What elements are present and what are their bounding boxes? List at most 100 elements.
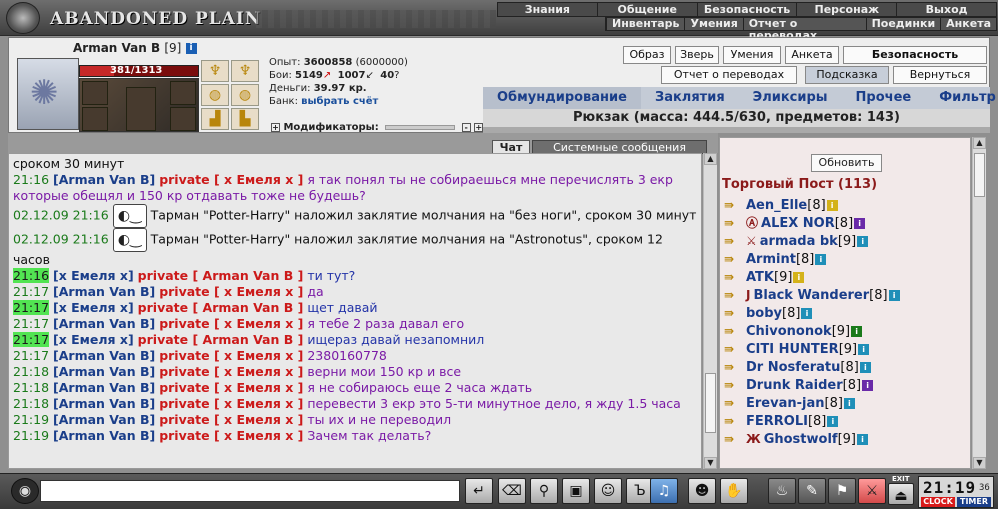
gear-slot-shield[interactable]: [170, 107, 196, 131]
timer-mode-button[interactable]: TIMER: [957, 497, 991, 507]
topnav-skills[interactable]: Умения: [684, 18, 742, 30]
private-arrow-icon[interactable]: ⇛: [724, 268, 746, 286]
tab-equipment[interactable]: Обмундирование: [483, 87, 641, 109]
topnav-fights[interactable]: Поединки: [865, 18, 941, 30]
chat-time[interactable]: 21:17: [13, 332, 50, 347]
tab-chat[interactable]: Чат: [492, 140, 530, 154]
chat-time[interactable]: 21:17: [13, 316, 49, 331]
private-arrow-icon[interactable]: ⇛: [724, 250, 746, 268]
map-button[interactable]: ⚑: [828, 478, 856, 504]
user-list-item[interactable]: ⇛ Armint[8] i: [724, 250, 970, 268]
user-list-item[interactable]: ⇛ Chivononok[9] i: [724, 322, 970, 340]
ring-icon[interactable]: ◍: [201, 84, 229, 106]
battle-button[interactable]: ⚔: [858, 478, 886, 504]
chat-private-target[interactable]: private [ x Емеля x ]: [159, 172, 303, 187]
tab-spells[interactable]: Заклятия: [641, 87, 739, 109]
expand-plus-icon[interactable]: +: [474, 123, 484, 132]
user-info-icon[interactable]: i: [851, 326, 863, 337]
expand-plus-icon[interactable]: +: [271, 123, 280, 132]
user-name[interactable]: CITI HUNTER: [746, 342, 839, 357]
user-list-item[interactable]: ⇛ CITI HUNTER[9] i: [724, 340, 970, 358]
tab-filter[interactable]: Фильтр: [925, 87, 998, 109]
security-button[interactable]: Безопасность: [843, 46, 987, 64]
chat-sender[interactable]: [Arman Van B]: [53, 316, 155, 331]
chat-scrollbar[interactable]: ▲ ▼: [703, 153, 717, 469]
chat-scroll-thumb[interactable]: [705, 373, 716, 433]
collapse-minus-icon[interactable]: -: [461, 123, 471, 132]
sound-button[interactable]: ♫: [650, 478, 678, 504]
transfer-report-button[interactable]: Отчет о переводах: [661, 66, 797, 84]
user-name[interactable]: Erevan-jan: [746, 396, 825, 411]
chat-time[interactable]: 21:18: [13, 396, 49, 411]
private-arrow-icon[interactable]: ⇛: [724, 358, 746, 376]
chat-time[interactable]: 21:17: [13, 284, 49, 299]
chat-sender[interactable]: [x Емеля x]: [53, 300, 134, 315]
user-name[interactable]: ATK: [746, 270, 774, 285]
user-info-icon[interactable]: i: [857, 434, 868, 445]
user-list-item[interactable]: ⇛ Ⓐ ALEX NOR[8] i: [724, 214, 970, 232]
private-arrow-icon[interactable]: ⇛: [724, 286, 746, 304]
user-info-icon[interactable]: i: [857, 236, 869, 247]
scroll-up-icon[interactable]: ▲: [704, 153, 717, 165]
user-info-icon[interactable]: i: [793, 272, 805, 283]
ring-icon[interactable]: ◍: [231, 84, 259, 106]
clock-mode-button[interactable]: CLOCK: [921, 497, 955, 507]
chat-private-target[interactable]: private [ x Емеля x ]: [159, 284, 303, 299]
boots-icon[interactable]: ▙: [231, 108, 259, 130]
user-info-icon[interactable]: i: [859, 362, 871, 373]
beast-button[interactable]: Зверь: [675, 46, 719, 64]
chat-sender[interactable]: [Arman Van B]: [53, 412, 155, 427]
gear-slot-ring[interactable]: [170, 81, 196, 105]
user-info-icon[interactable]: i: [858, 344, 870, 355]
topnav-security[interactable]: Безопасность: [696, 3, 797, 16]
chat-input[interactable]: [40, 480, 460, 502]
user-name[interactable]: armada bk: [760, 234, 838, 249]
chat-time[interactable]: 21:18: [13, 364, 49, 379]
user-list-item[interactable]: ⇛ Ж Ghostwolf[9] i: [724, 430, 970, 448]
user-name[interactable]: Armint: [746, 252, 796, 267]
private-arrow-icon[interactable]: ⇛: [724, 196, 746, 214]
scroll-down-icon[interactable]: ▼: [704, 457, 717, 469]
topnav-transfer-report[interactable]: Отчет о переводах: [742, 18, 866, 42]
amulet-icon[interactable]: ♆: [201, 60, 229, 82]
topnav-knowledge[interactable]: Знания: [498, 3, 597, 16]
user-info-icon[interactable]: i: [843, 398, 855, 409]
user-list-item[interactable]: ⇛ J Black Wanderer[8] i: [724, 286, 970, 304]
private-arrow-icon[interactable]: ⇛: [724, 214, 746, 232]
image-button[interactable]: Образ: [623, 46, 671, 64]
private-arrow-icon[interactable]: ⇛: [724, 322, 746, 340]
chat-private-target[interactable]: private [ Arman Van B ]: [138, 300, 304, 315]
chat-time[interactable]: 21:19: [13, 428, 49, 443]
smiles-person-button[interactable]: ☺: [594, 478, 622, 504]
user-name[interactable]: Drunk Raider: [746, 378, 843, 393]
tab-system-messages[interactable]: Системные сообщения: [532, 140, 707, 154]
save-log-button[interactable]: ▣: [562, 478, 590, 504]
chat-time[interactable]: 21:16: [13, 268, 50, 283]
chat-private-target[interactable]: private [ x Емеля x ]: [159, 316, 303, 331]
chat-sender[interactable]: [Arman Van B]: [53, 396, 155, 411]
user-info-icon[interactable]: i: [826, 200, 838, 211]
character-info-icon[interactable]: i: [185, 43, 197, 54]
scroll-down-icon[interactable]: ▼: [973, 457, 986, 469]
modifiers-slider[interactable]: [385, 124, 456, 130]
gear-slot-weapon[interactable]: [82, 81, 108, 105]
user-list-item[interactable]: ⇛ FERROLI[8] i: [724, 412, 970, 430]
chat-private-target[interactable]: private [ x Емеля x ]: [159, 380, 303, 395]
user-info-icon[interactable]: i: [801, 308, 813, 319]
user-list-item[interactable]: ⇛ Dr Nosferatu[8] i: [724, 358, 970, 376]
return-button[interactable]: Вернуться: [893, 66, 987, 84]
character-avatar[interactable]: ✺: [17, 58, 79, 130]
user-info-icon[interactable]: i: [827, 416, 839, 427]
chat-sender[interactable]: [x Емеля x]: [53, 332, 134, 347]
user-name[interactable]: Aen_Elle: [746, 198, 807, 213]
user-name[interactable]: Chivononok: [746, 324, 832, 339]
topnav-exit[interactable]: Выход: [896, 3, 996, 16]
private-arrow-icon[interactable]: ⇛: [724, 340, 746, 358]
chat-private-target[interactable]: private [ x Емеля x ]: [159, 428, 303, 443]
user-name[interactable]: Ghostwolf: [764, 432, 838, 447]
chat-sender[interactable]: [Arman Van B]: [53, 172, 155, 187]
user-name[interactable]: FERROLI: [746, 414, 808, 429]
gear-slot-armor[interactable]: [82, 107, 108, 131]
topnav-character[interactable]: Персонаж: [796, 3, 896, 16]
chat-time[interactable]: 21:16: [13, 172, 49, 187]
